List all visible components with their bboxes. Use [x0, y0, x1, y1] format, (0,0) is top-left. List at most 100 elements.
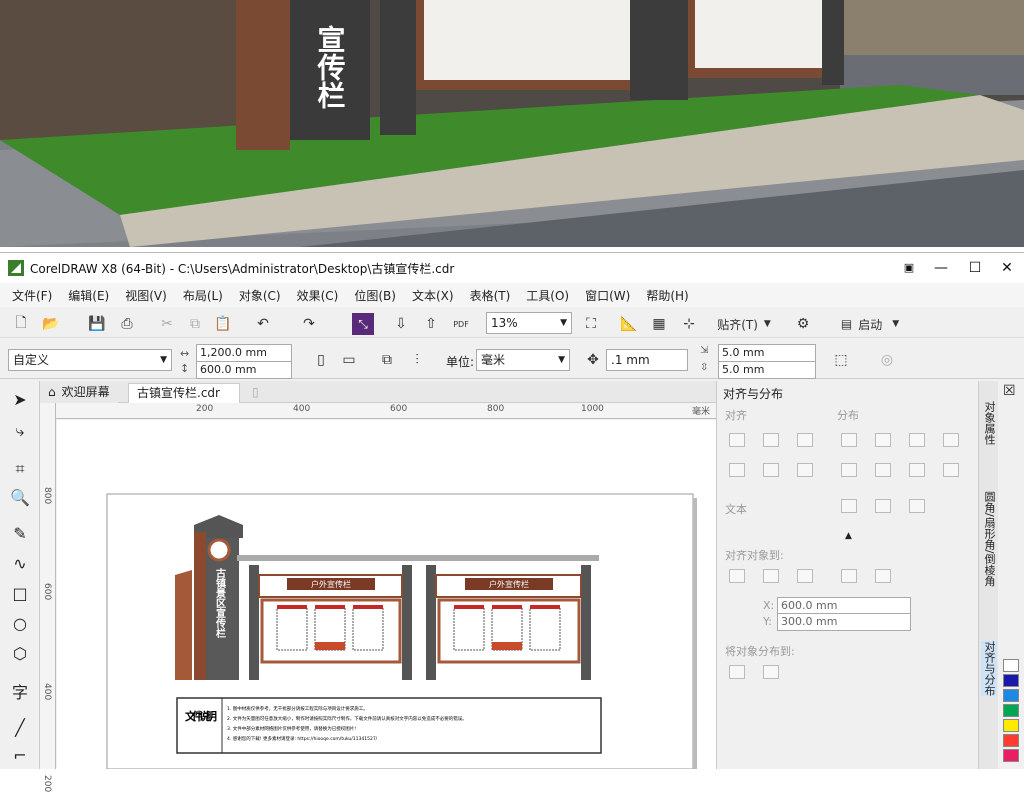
vertical-ruler[interactable]: 800 600 400 200 [40, 403, 56, 792]
menu-text[interactable]: 文本(X) [412, 287, 454, 304]
bleed-frame-icon[interactable]: ⬚ [830, 349, 852, 371]
freehand-tool-icon[interactable]: ✎ [8, 521, 32, 545]
artistic-media-tool-icon[interactable]: ∿ [8, 551, 32, 575]
current-page-icon[interactable]: ⫶ [406, 349, 428, 371]
distribute-top-icon[interactable] [841, 463, 857, 477]
sidetab-align-distribute[interactable]: 对齐与分布 [981, 641, 997, 696]
maximize-button[interactable]: ☐ [962, 258, 988, 278]
align-center-h-icon[interactable] [763, 433, 779, 447]
menu-effects[interactable]: 效果(C) [297, 287, 339, 304]
distribute-spacing-icon[interactable] [909, 433, 925, 447]
search-content-icon[interactable]: ⤡ [352, 313, 374, 335]
menu-layout[interactable]: 布局(L) [183, 287, 223, 304]
all-pages-icon[interactable]: ⧉ [376, 349, 398, 371]
align-center-v-icon[interactable] [763, 463, 779, 477]
open-folder-icon[interactable]: 📂 [40, 313, 62, 335]
redo-icon[interactable]: ↷ [298, 313, 320, 335]
page-border-icon[interactable]: ◎ [876, 349, 898, 371]
grid-icon[interactable]: ▦ [648, 313, 670, 335]
color-swatch[interactable] [1003, 659, 1019, 672]
distribute-page-icon[interactable] [763, 665, 779, 679]
cut-icon[interactable]: ✂ [156, 313, 178, 335]
portrait-icon[interactable]: ▯ [310, 349, 332, 371]
distribute-bottom-icon[interactable] [943, 463, 959, 477]
align-bottom-icon[interactable] [797, 463, 813, 477]
sidetab-object-properties[interactable]: 对象属性 [981, 401, 997, 445]
text-first-baseline-icon[interactable] [841, 499, 857, 513]
new-tab-icon[interactable]: ▯ [244, 383, 267, 403]
account-icon[interactable]: ▣ [896, 258, 922, 278]
polygon-tool-icon[interactable]: ⬡ [8, 641, 32, 665]
collapse-arrow-icon[interactable]: ▲ [845, 531, 852, 541]
page-height-input[interactable]: 600.0 mm [196, 361, 292, 379]
menu-tools[interactable]: 工具(O) [526, 287, 569, 304]
minimize-button[interactable]: — [928, 258, 954, 278]
paste-icon[interactable]: 📋 [212, 313, 234, 335]
rectangle-tool-icon[interactable]: □ [8, 581, 32, 605]
menu-object[interactable]: 对象(C) [239, 287, 281, 304]
sidetab-fillet[interactable]: 圆角/扇形角/倒棱角 [981, 491, 997, 586]
pick-tool-icon[interactable]: ➤ [8, 387, 32, 411]
distribute-center-icon[interactable] [875, 433, 891, 447]
color-swatch[interactable] [1003, 719, 1019, 732]
menu-help[interactable]: 帮助(H) [646, 287, 688, 304]
undo-icon[interactable]: ↶ [252, 313, 274, 335]
close-button[interactable]: ✕ [994, 258, 1020, 278]
save-icon[interactable]: 💾 [86, 313, 108, 335]
launch-dropdown[interactable]: ▤ 启动 ▼ [832, 313, 908, 335]
color-swatch[interactable] [1003, 704, 1019, 717]
tab-document[interactable]: 古镇宣传栏.cdr [128, 383, 240, 403]
color-swatch[interactable] [1003, 749, 1019, 762]
align-right-icon[interactable] [797, 433, 813, 447]
menu-file[interactable]: 文件(F) [12, 287, 52, 304]
landscape-icon[interactable]: ▭ [338, 349, 360, 371]
new-document-icon[interactable]: 🗋 [10, 313, 32, 335]
text-tool-icon[interactable]: 字 [8, 679, 32, 703]
align-y-input[interactable]: 300.0 mm [777, 613, 911, 631]
distribute-vspacing-icon[interactable] [909, 463, 925, 477]
rulers-icon[interactable]: 📐 [618, 313, 640, 335]
print-icon[interactable]: ⎙ [116, 313, 138, 335]
guidelines-icon[interactable]: ⊹ [678, 313, 700, 335]
align-active-object-icon[interactable] [729, 569, 745, 583]
unit-select[interactable]: 毫米 ▼ [476, 349, 570, 371]
distribute-right-icon[interactable] [943, 433, 959, 447]
text-last-baseline-icon[interactable] [875, 499, 891, 513]
snap-to-dropdown[interactable]: 贴齐(T) ▼ [714, 313, 774, 335]
align-left-icon[interactable] [729, 433, 745, 447]
align-top-icon[interactable] [729, 463, 745, 477]
copy-icon[interactable]: ⧉ [184, 313, 206, 335]
align-point-icon[interactable] [875, 569, 891, 583]
distribute-middle-icon[interactable] [875, 463, 891, 477]
tab-welcome[interactable]: ⌂ 欢迎屏幕 [40, 383, 118, 403]
color-swatch[interactable] [1003, 734, 1019, 747]
page-width-input[interactable]: 1,200.0 mm [196, 344, 292, 362]
align-grid-icon[interactable] [841, 569, 857, 583]
pdf-publish-icon[interactable]: PDF [450, 313, 472, 335]
zoom-tool-icon[interactable]: 🔍 [8, 485, 32, 509]
menu-view[interactable]: 视图(V) [125, 287, 167, 304]
distribute-selection-icon[interactable] [729, 665, 745, 679]
align-selection-icon[interactable] [763, 569, 779, 583]
full-screen-icon[interactable]: ⛶ [580, 313, 602, 335]
text-bbox-icon[interactable] [909, 499, 925, 513]
menu-edit[interactable]: 编辑(E) [68, 287, 109, 304]
zoom-level-select[interactable]: 13% ▼ [486, 312, 572, 334]
menu-window[interactable]: 窗口(W) [585, 287, 630, 304]
nudge-distance-input[interactable]: .1 mm [606, 349, 688, 371]
connector-tool-icon[interactable]: ⌐ [8, 743, 32, 767]
color-swatch[interactable] [1003, 689, 1019, 702]
menu-table[interactable]: 表格(T) [470, 287, 511, 304]
duplicate-x-input[interactable]: 5.0 mm [718, 344, 816, 362]
horizontal-ruler[interactable]: 200 400 600 800 1000 毫米 [56, 403, 716, 419]
ellipse-tool-icon[interactable]: ○ [8, 611, 32, 635]
import-icon[interactable]: ⇩ [390, 313, 412, 335]
export-icon[interactable]: ⇧ [420, 313, 442, 335]
no-fill-swatch[interactable]: ☒ [1003, 383, 1016, 399]
menu-bitmaps[interactable]: 位图(B) [354, 287, 396, 304]
color-swatch[interactable] [1003, 674, 1019, 687]
align-page-edge-icon[interactable] [797, 569, 813, 583]
shape-tool-icon[interactable]: ⤷ [8, 419, 32, 443]
drawing-canvas[interactable]: 古镇景区宣传栏 户外宣传栏 户外宣传栏 文件说明 1. 图中材质仅供参考，无干扰… [57, 420, 716, 770]
crop-tool-icon[interactable]: ⌗ [8, 457, 32, 481]
